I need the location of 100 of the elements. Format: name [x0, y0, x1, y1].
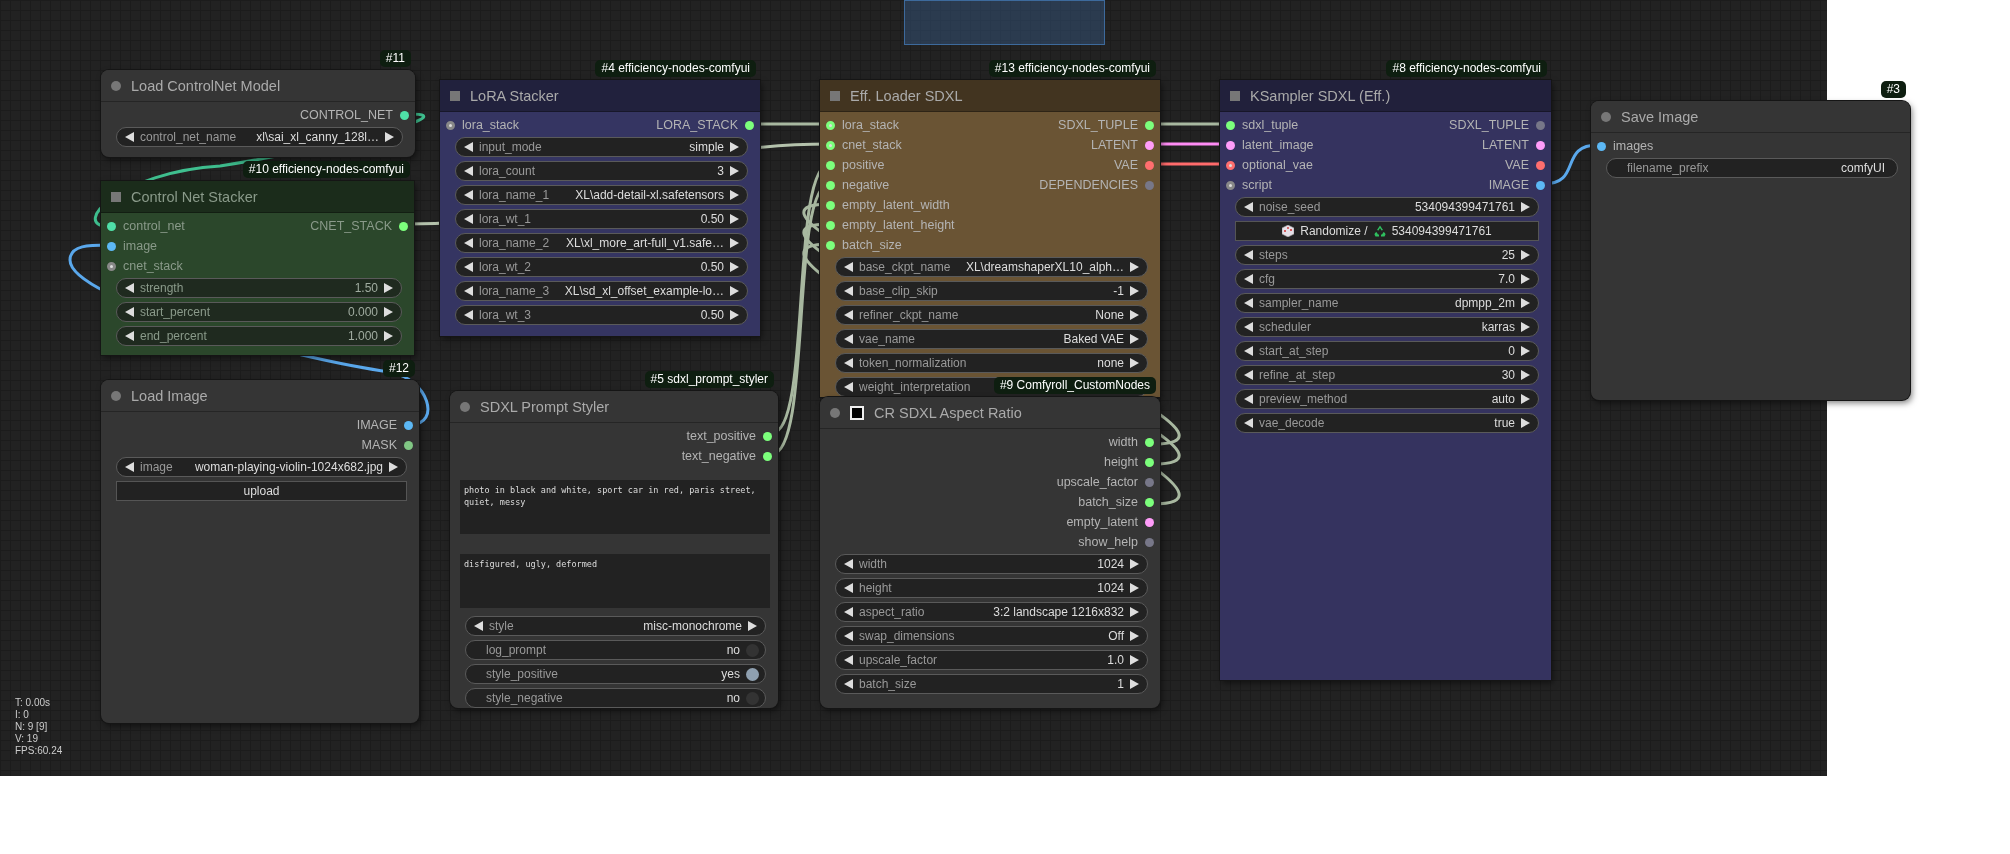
combo-widget[interactable]: steps 25 [1235, 245, 1539, 265]
status-dot-icon[interactable] [830, 407, 840, 418]
combo-widget[interactable]: height 1024 [835, 578, 1148, 598]
increment-arrow-icon[interactable] [1130, 334, 1139, 344]
combo-widget[interactable]: end_percent 1.000 [116, 326, 402, 346]
decrement-arrow-icon[interactable] [844, 607, 853, 617]
output-slot[interactable] [400, 110, 409, 120]
increment-arrow-icon[interactable] [384, 283, 393, 293]
input-slot[interactable] [826, 200, 835, 210]
decrement-arrow-icon[interactable] [464, 262, 473, 272]
node-title-bar[interactable]: LoRA Stacker [440, 80, 760, 112]
output-slot[interactable] [763, 431, 772, 441]
combo-widget[interactable]: preview_method auto [1235, 389, 1539, 409]
decrement-arrow-icon[interactable] [1244, 322, 1253, 332]
increment-arrow-icon[interactable] [384, 331, 393, 341]
combo-widget[interactable]: lora_name_2 XL\xl_more_art-full_v1.safe… [455, 233, 748, 253]
combo-widget[interactable]: sampler_name dpmpp_2m [1235, 293, 1539, 313]
square-icon[interactable] [830, 90, 840, 101]
increment-arrow-icon[interactable] [385, 132, 394, 142]
decrement-arrow-icon[interactable] [844, 583, 853, 593]
increment-arrow-icon[interactable] [1521, 346, 1530, 356]
node-checkbox[interactable] [850, 405, 864, 420]
status-dot-icon[interactable] [1601, 111, 1611, 122]
combo-widget[interactable]: vae_decode true [1235, 413, 1539, 433]
input-slot[interactable] [107, 241, 116, 251]
increment-arrow-icon[interactable] [730, 214, 739, 224]
status-dot-icon[interactable] [111, 80, 121, 91]
input-slot[interactable] [1226, 120, 1235, 130]
input-slot[interactable] [826, 240, 835, 250]
increment-arrow-icon[interactable] [1130, 679, 1139, 689]
decrement-arrow-icon[interactable] [1244, 298, 1253, 308]
decrement-arrow-icon[interactable] [844, 310, 853, 320]
increment-arrow-icon[interactable] [1521, 322, 1530, 332]
increment-arrow-icon[interactable] [730, 310, 739, 320]
toggle-widget[interactable]: style_negative no [465, 688, 766, 708]
increment-arrow-icon[interactable] [1521, 370, 1530, 380]
increment-arrow-icon[interactable] [730, 238, 739, 248]
combo-widget[interactable]: lora_count 3 [455, 161, 748, 181]
increment-arrow-icon[interactable] [1521, 298, 1530, 308]
output-slot[interactable] [399, 221, 408, 231]
toggle-widget[interactable]: style_positive yes [465, 664, 766, 684]
square-icon[interactable] [450, 90, 460, 101]
input-slot[interactable] [107, 221, 116, 231]
decrement-arrow-icon[interactable] [844, 631, 853, 641]
decrement-arrow-icon[interactable] [464, 310, 473, 320]
node-title-bar[interactable]: Save Image [1591, 101, 1910, 133]
decrement-arrow-icon[interactable] [125, 283, 134, 293]
combo-widget[interactable]: lora_name_1 XL\add-detail-xl.safetensors [455, 185, 748, 205]
decrement-arrow-icon[interactable] [474, 621, 483, 631]
output-slot[interactable] [745, 120, 754, 130]
combo-widget[interactable]: input_mode simple [455, 137, 748, 157]
decrement-arrow-icon[interactable] [844, 679, 853, 689]
output-slot[interactable] [1145, 497, 1154, 507]
increment-arrow-icon[interactable] [1130, 358, 1139, 368]
decrement-arrow-icon[interactable] [464, 214, 473, 224]
status-dot-icon[interactable] [460, 401, 470, 412]
input-slot[interactable] [826, 220, 835, 230]
decrement-arrow-icon[interactable] [1244, 250, 1253, 260]
output-slot[interactable] [404, 440, 413, 450]
square-icon[interactable] [111, 191, 121, 202]
node-title-bar[interactable]: Control Net Stacker [101, 181, 414, 213]
decrement-arrow-icon[interactable] [464, 238, 473, 248]
toggle-knob[interactable] [746, 643, 759, 657]
combo-widget[interactable]: vae_name Baked VAE [835, 329, 1148, 349]
increment-arrow-icon[interactable] [384, 307, 393, 317]
text-field[interactable]: filename_prefix comfyUI [1606, 158, 1898, 178]
decrement-arrow-icon[interactable] [1244, 346, 1253, 356]
combo-widget[interactable]: upscale_factor 1.0 [835, 650, 1148, 670]
combo-widget[interactable]: refine_at_step 30 [1235, 365, 1539, 385]
combo-widget[interactable]: start_percent 0.000 [116, 302, 402, 322]
output-slot[interactable] [1536, 140, 1545, 150]
output-slot[interactable] [1536, 180, 1545, 190]
decrement-arrow-icon[interactable] [844, 334, 853, 344]
combo-widget[interactable]: start_at_step 0 [1235, 341, 1539, 361]
output-slot[interactable] [1145, 517, 1154, 527]
decrement-arrow-icon[interactable] [464, 190, 473, 200]
decrement-arrow-icon[interactable] [125, 132, 134, 142]
increment-arrow-icon[interactable] [730, 190, 739, 200]
increment-arrow-icon[interactable] [1521, 418, 1530, 428]
upload-button[interactable]: upload [116, 481, 407, 501]
increment-arrow-icon[interactable] [1130, 559, 1139, 569]
increment-arrow-icon[interactable] [1130, 607, 1139, 617]
increment-arrow-icon[interactable] [1130, 655, 1139, 665]
increment-arrow-icon[interactable] [1521, 274, 1530, 284]
decrement-arrow-icon[interactable] [1244, 202, 1253, 212]
combo-widget[interactable]: style misc-monochrome [465, 616, 766, 636]
increment-arrow-icon[interactable] [730, 286, 739, 296]
status-dot-icon[interactable] [111, 390, 121, 401]
combo-widget[interactable]: lora_wt_1 0.50 [455, 209, 748, 229]
increment-arrow-icon[interactable] [389, 462, 398, 472]
combo-widget[interactable]: batch_size 1 [835, 674, 1148, 694]
increment-arrow-icon[interactable] [730, 262, 739, 272]
decrement-arrow-icon[interactable] [464, 166, 473, 176]
increment-arrow-icon[interactable] [730, 166, 739, 176]
input-slot[interactable] [1226, 140, 1235, 150]
seed-button[interactable]: Randomize / 534094399471761 [1235, 221, 1539, 241]
decrement-arrow-icon[interactable] [125, 307, 134, 317]
combo-widget[interactable]: aspect_ratio 3:2 landscape 1216x832 [835, 602, 1148, 622]
output-slot[interactable] [1145, 437, 1154, 447]
combo-widget[interactable]: lora_name_3 XL\sd_xl_offset_example-lo… [455, 281, 748, 301]
